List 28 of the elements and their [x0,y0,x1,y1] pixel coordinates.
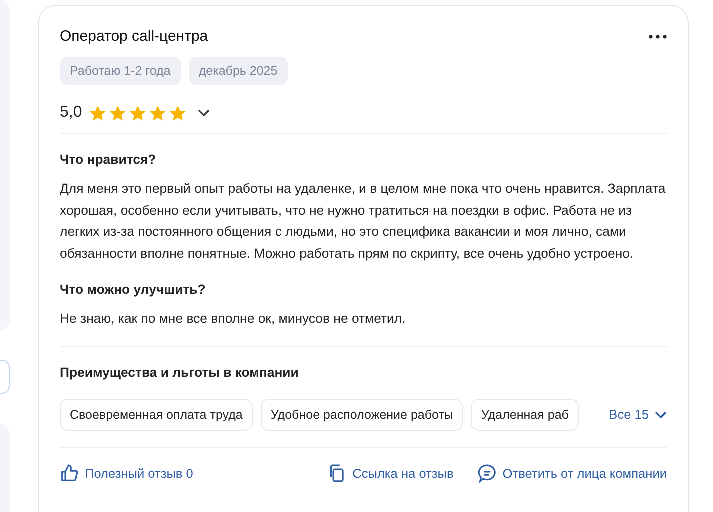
thumbs-up-icon [60,464,79,484]
chevron-down-icon[interactable] [198,109,210,118]
benefit-tag: Удобное расположение работы [260,398,464,432]
star-icon [110,106,126,121]
benefits-heading: Преимущества и льготы в компании [60,364,300,382]
chevron-down-icon [655,410,667,419]
show-all-link[interactable]: Все 15 [609,405,667,425]
card-background [0,360,10,394]
tag: декабрь 2025 [188,56,288,86]
more-icon[interactable] [649,35,667,40]
star-icon [170,106,186,121]
chat-icon [478,464,497,484]
star-icon [150,106,166,121]
star-icon [90,106,106,121]
benefit-tag: Удаленная раб [471,398,579,432]
copy-icon [328,464,347,484]
like-link[interactable]: Полезный отзыв 0 [60,464,194,484]
reply-link[interactable]: Ответить от лица компании [478,464,667,484]
review-text: Не знаю, как по мне все вполне ок, минусов не отметил. [60,310,407,328]
rating-value: 5,0 [60,103,82,124]
star-icon [130,106,146,121]
section-heading: Что нравится? [60,151,158,170]
review-text: Для меня это первый опыт работы на удаленке, и в целом мне пока что очень нравится. Зарплата хорошая, особенно если учитывать, что не нужно тратиться на поездки в офис. Работа не из легких из-за постоянного общения с людьми, но это специфика вакансии и моя лично, сами обязанности вполне понятные. Можно работать прям по скрипту, все очень удобно устроено. [60,180,667,263]
benefit-tag: Своевременная оплата труда [60,398,253,432]
section-heading: Что можно улучшить? [60,281,207,300]
tag: Работаю 1-2 года [60,56,181,86]
link-link[interactable]: Ссылка на отзыв [328,464,454,484]
job-title: Оператор call-центра [60,27,208,47]
